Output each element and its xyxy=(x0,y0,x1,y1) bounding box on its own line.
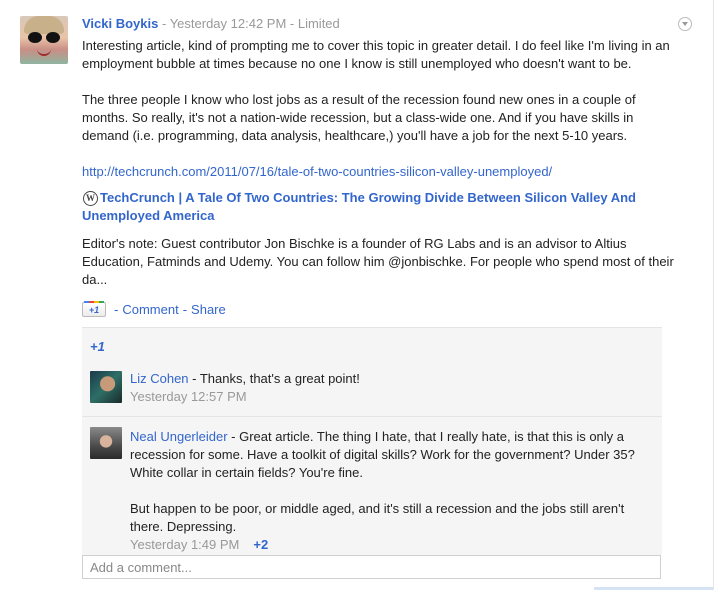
comment-author-link[interactable]: Neal Ungerleider xyxy=(130,429,228,444)
share-link[interactable]: Share xyxy=(191,302,226,317)
comment-author-link[interactable]: Liz Cohen xyxy=(130,371,189,386)
action-separator: - xyxy=(114,302,119,317)
comment-timestamp: Yesterday 1:49 PM +2 xyxy=(130,536,655,554)
post-timestamp[interactable]: Yesterday 12:42 PM xyxy=(170,16,287,31)
comment-body: Neal Ungerleider - Great article. The th… xyxy=(130,428,655,554)
avatar-glasses xyxy=(28,32,60,43)
comment-time-text[interactable]: Yesterday 1:49 PM xyxy=(130,537,239,552)
shared-url-link[interactable]: http://techcrunch.com/2011/07/16/tale-of… xyxy=(82,163,552,181)
comments-list: Liz Cohen - Thanks, that's a great point… xyxy=(82,359,662,555)
post-header: Vicki Boykis - Yesterday 12:42 PM - Limi… xyxy=(82,16,340,34)
comment-plusone-count[interactable]: +2 xyxy=(253,537,268,552)
commenter-avatar[interactable] xyxy=(90,427,122,459)
post-card: Vicki Boykis - Yesterday 12:42 PM - Limi… xyxy=(0,0,714,590)
article-description: Editor's note: Guest contributor Jon Bis… xyxy=(82,236,674,287)
add-comment-input[interactable] xyxy=(83,556,660,578)
comment-item: Neal Ungerleider - Great article. The th… xyxy=(82,416,662,552)
article-title-link[interactable]: TechCrunch | A Tale Of Two Countries: Th… xyxy=(82,189,672,225)
avatar-smile xyxy=(37,49,51,56)
author-avatar[interactable] xyxy=(20,16,68,64)
post-paragraph: Interesting article, kind of prompting m… xyxy=(82,38,670,71)
header-separator-1: - xyxy=(158,16,170,31)
comment-item: Liz Cohen - Thanks, that's a great point… xyxy=(82,359,662,414)
plusones-bar: +1 xyxy=(82,327,662,360)
plusone-count[interactable]: +1 xyxy=(90,339,105,354)
post-menu-chevron-icon[interactable] xyxy=(678,17,692,31)
post-paragraph: The three people I know who lost jobs as… xyxy=(82,92,636,143)
action-separator: - xyxy=(182,302,188,317)
commenter-avatar[interactable] xyxy=(90,371,122,403)
post-author-link[interactable]: Vicki Boykis xyxy=(82,16,158,31)
add-comment-field[interactable] xyxy=(82,555,661,579)
comment-link[interactable]: Comment xyxy=(122,302,178,317)
comment-time-text[interactable]: Yesterday 12:57 PM xyxy=(130,389,247,404)
post-body: Interesting article, kind of prompting m… xyxy=(82,37,682,163)
comment-body: Liz Cohen - Thanks, that's a great point… xyxy=(130,370,655,406)
comment-text: - Thanks, that's a great point! xyxy=(188,371,360,386)
comment-timestamp: Yesterday 12:57 PM xyxy=(130,388,655,406)
post-actions: - Comment - Share xyxy=(110,302,226,318)
plusone-button[interactable]: +1 xyxy=(82,301,106,317)
header-separator-2: - xyxy=(286,16,298,31)
post-visibility[interactable]: Limited xyxy=(298,16,340,31)
comment-text: But happen to be poor, or middle aged, a… xyxy=(130,501,625,534)
